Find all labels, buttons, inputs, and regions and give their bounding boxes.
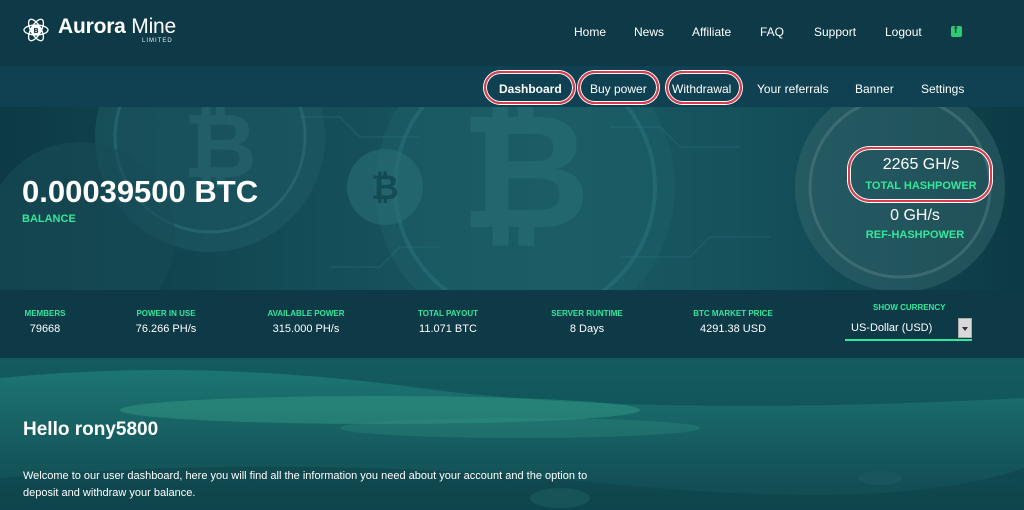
currency-selected-value: US-Dollar (USD) (851, 322, 933, 334)
svg-text:₿: ₿ (371, 168, 399, 208)
facebook-icon[interactable] (951, 25, 962, 37)
welcome-section: Hello rony5800 Welcome to our user dashb… (0, 358, 1024, 510)
tab-buy-power[interactable]: Buy power (590, 82, 647, 96)
svg-text:B: B (33, 27, 38, 35)
greeting-heading: Hello rony5800 (23, 419, 159, 440)
tab-banner[interactable]: Banner (855, 82, 894, 96)
balance-label: BALANCE (22, 213, 76, 225)
stat-label: MEMBERS (24, 309, 66, 318)
stat-value: 79668 (29, 323, 61, 335)
stat-power-in-use: POWER IN USE 76.266 PH/s (131, 309, 201, 335)
stat-value: 8 Days (569, 323, 605, 335)
ref-hashpower-value: 0 GH/s (890, 207, 940, 224)
stat-label: POWER IN USE (136, 309, 196, 318)
brand-logo[interactable]: B Aurora Mine LIMITED (22, 16, 176, 44)
svg-text:₿: ₿ (460, 107, 590, 265)
tab-dashboard[interactable]: Dashboard (499, 82, 562, 96)
currency-select[interactable]: US-Dollar (USD) (845, 317, 972, 341)
tab-withdrawal[interactable]: Withdrawal (672, 82, 731, 96)
stat-value: 11.071 BTC (419, 323, 477, 335)
nav-logout-link[interactable]: Logout (885, 25, 922, 39)
stat-btc-market-price: BTC MARKET PRICE 4291.38 USD (688, 309, 778, 335)
nav-affiliate-link[interactable]: Affiliate (692, 25, 731, 39)
chevron-down-icon[interactable] (958, 318, 972, 338)
nav-faq-link[interactable]: FAQ (760, 25, 784, 39)
account-hero: ₿ ₿ ₿ 0.00039500 BTC BALANCE 2265 GH/s T… (0, 107, 1024, 290)
brand-name: Aurora Mine (58, 15, 177, 38)
total-hashpower-value: 2265 GH/s (882, 156, 960, 173)
network-stats-bar: MEMBERS 79668 POWER IN USE 76.266 PH/s A… (0, 290, 1024, 358)
stat-label: TOTAL PAYOUT (417, 309, 478, 318)
brand-subtitle: LIMITED (142, 38, 173, 44)
stat-value: 4291.38 USD (699, 323, 767, 335)
stat-total-payout: TOTAL PAYOUT 11.071 BTC (410, 309, 486, 335)
currency-label: SHOW CURRENCY (873, 303, 946, 312)
stat-available-power: AVAILABLE POWER 315.000 PH/s (263, 309, 349, 335)
welcome-text: Welcome to our user dashboard, here you … (23, 470, 588, 499)
balance-value: 0.00039500 BTC (22, 174, 259, 209)
top-bar: B Aurora Mine LIMITED Home News Affiliat… (0, 0, 1024, 66)
nav-home-link[interactable]: Home (574, 25, 606, 39)
dashboard-subnav: Dashboard Buy power Withdrawal Your refe… (0, 66, 1024, 107)
stat-value: 315.000 PH/s (272, 323, 340, 335)
stat-label: AVAILABLE POWER (267, 309, 345, 318)
nav-news-link[interactable]: News (634, 25, 664, 39)
nav-support-link[interactable]: Support (814, 25, 856, 39)
ref-hashpower-label: REF-HASHPOWER (865, 229, 965, 241)
stat-members: MEMBERS 79668 (23, 309, 67, 335)
total-hashpower-label: TOTAL HASHPOWER (865, 180, 977, 192)
stat-value: 76.266 PH/s (135, 323, 197, 335)
stat-label: BTC MARKET PRICE (693, 309, 773, 318)
tab-settings[interactable]: Settings (921, 82, 964, 96)
stat-server-runtime: SERVER RUNTIME 8 Days (547, 309, 627, 335)
bitcoin-atom-logo-icon: B (23, 18, 49, 42)
tab-your-referrals[interactable]: Your referrals (757, 82, 829, 96)
stat-label: SERVER RUNTIME (551, 309, 623, 318)
